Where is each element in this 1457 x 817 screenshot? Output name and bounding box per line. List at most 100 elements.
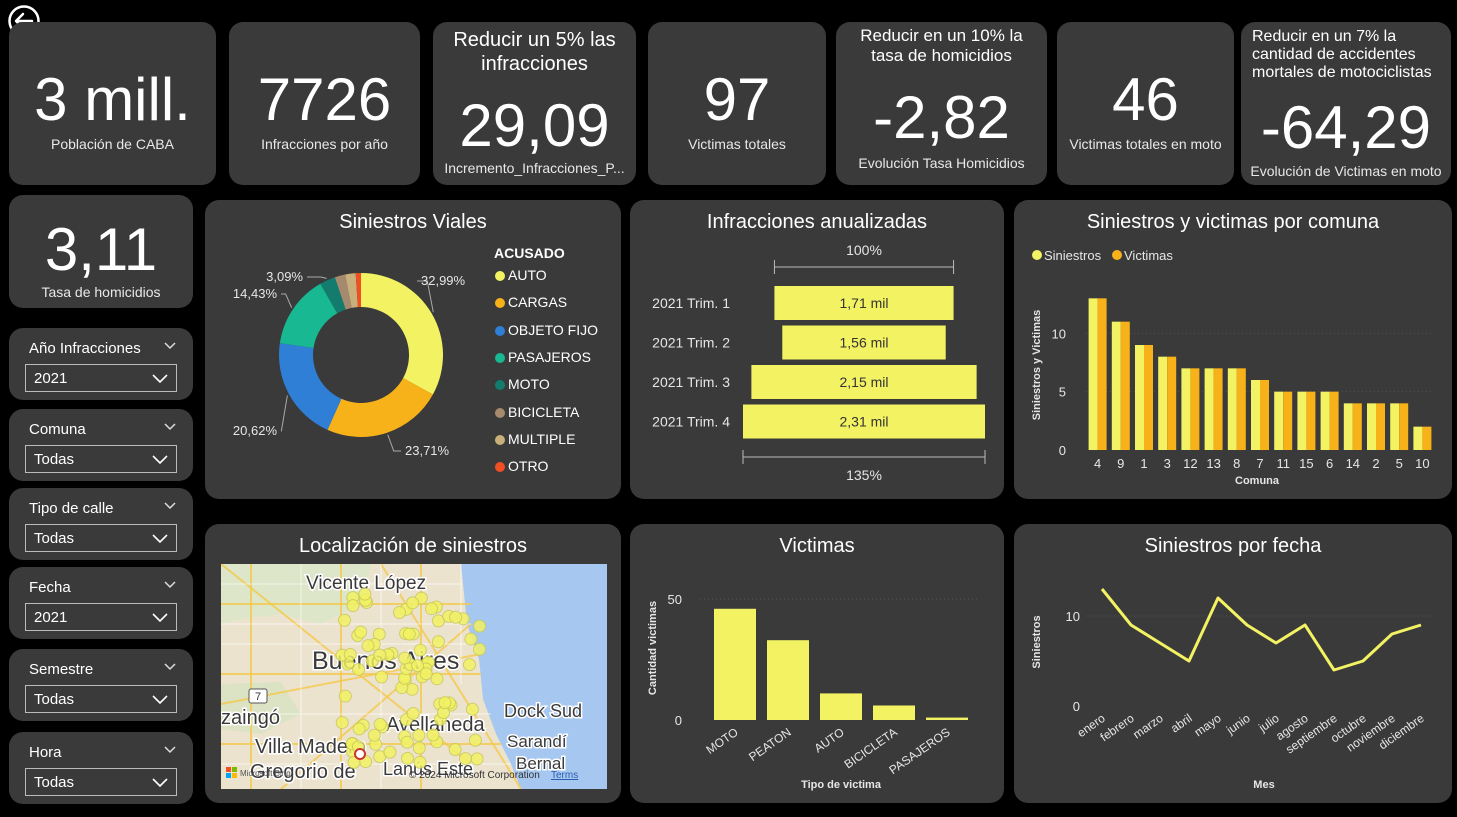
map-siniestro-dot[interactable] — [400, 735, 414, 749]
donut-legend-item[interactable]: MULTIPLE — [495, 431, 575, 447]
slicer-dropdown[interactable]: Todas — [25, 445, 177, 473]
comuna-bar-victimas[interactable] — [1236, 368, 1246, 450]
victimas-bar[interactable] — [820, 693, 862, 720]
comuna-bar-siniestros[interactable] — [1111, 321, 1121, 450]
map-siniestro-dot[interactable] — [424, 602, 438, 616]
comuna-bar-victimas[interactable] — [1283, 391, 1293, 450]
comuna-bar-victimas[interactable] — [1422, 426, 1432, 450]
comuna-bar-victimas[interactable] — [1260, 380, 1269, 450]
chevron-down-icon[interactable] — [163, 742, 177, 756]
comuna-bar-siniestros[interactable] — [1088, 298, 1098, 450]
slicer-1[interactable]: Comuna Todas — [9, 409, 193, 481]
map-siniestro-dot[interactable] — [412, 741, 426, 755]
chevron-down-icon[interactable] — [163, 577, 177, 591]
map-siniestro-dot[interactable] — [346, 599, 360, 613]
chevron-down-icon[interactable] — [163, 498, 177, 512]
comuna-bar-siniestros[interactable] — [1390, 403, 1400, 450]
map-siniestro-dot[interactable] — [343, 647, 357, 661]
slicer-4[interactable]: Semestre Todas — [9, 649, 193, 721]
map-terms-link[interactable]: Terms — [551, 770, 578, 781]
mapa-siniestros[interactable]: Vicente LópezBuenos AiresDock SudAvellan… — [221, 564, 607, 789]
comuna-bar-siniestros[interactable] — [1227, 368, 1237, 450]
donut-legend-item[interactable]: PASAJEROS — [495, 349, 591, 365]
donut-legend-item[interactable]: MOTO — [495, 376, 550, 392]
slicer-dropdown[interactable]: 2021 — [25, 364, 177, 392]
map-siniestro-dot[interactable] — [335, 716, 349, 730]
map-siniestro-dot[interactable] — [465, 702, 479, 716]
slicer-3[interactable]: Fecha 2021 — [9, 567, 193, 639]
map-siniestro-dot[interactable] — [462, 658, 476, 672]
comuna-bar-victimas[interactable] — [1144, 345, 1153, 450]
comuna-bar-siniestros[interactable] — [1204, 368, 1214, 450]
chevron-down-icon[interactable] — [163, 659, 177, 673]
map-siniestro-dot[interactable] — [375, 670, 389, 684]
comuna-bar-victimas[interactable] — [1352, 403, 1362, 450]
map-siniestro-dot[interactable] — [400, 751, 414, 765]
comuna-bar-siniestros[interactable] — [1181, 368, 1191, 450]
map-siniestro-dot[interactable] — [354, 625, 368, 639]
slicer-dropdown[interactable]: Todas — [25, 524, 177, 552]
comuna-bar-siniestros[interactable] — [1274, 391, 1284, 450]
slicer-5[interactable]: Hora Todas — [9, 732, 193, 804]
map-siniestro-dot[interactable] — [438, 696, 452, 710]
comuna-bar-siniestros[interactable] — [1135, 345, 1144, 450]
slicer-0[interactable]: Año Infracciones 2021 — [9, 328, 193, 400]
victimas-bar[interactable] — [926, 717, 968, 720]
map-siniestro-dot[interactable] — [392, 606, 406, 620]
map-siniestro-dot[interactable] — [431, 635, 445, 649]
comuna-bar-siniestros[interactable] — [1320, 391, 1330, 450]
comuna-bar-siniestros[interactable] — [1297, 391, 1307, 450]
map-siniestro-dot[interactable] — [383, 745, 397, 759]
comuna-bar-victimas[interactable] — [1399, 403, 1409, 450]
map-siniestro-dot[interactable] — [361, 639, 375, 653]
map-siniestro-dot[interactable] — [413, 643, 427, 657]
map-siniestro-dot[interactable] — [470, 752, 484, 766]
map-siniestro-dot[interactable] — [426, 728, 440, 742]
donut-legend-item[interactable]: OTRO — [495, 458, 548, 474]
map-siniestro-dot[interactable] — [430, 672, 444, 686]
comuna-bar-siniestros[interactable] — [1343, 403, 1353, 450]
map-siniestro-dot[interactable] — [352, 722, 366, 736]
map-siniestro-dot[interactable] — [358, 587, 372, 601]
comuna-bar-victimas[interactable] — [1120, 321, 1130, 450]
comuna-bar-siniestros[interactable] — [1367, 403, 1376, 450]
map-siniestro-dot[interactable] — [406, 706, 420, 720]
map-siniestro-dot[interactable] — [352, 663, 366, 677]
victimas-bar[interactable] — [767, 640, 809, 720]
map-siniestro-dot[interactable] — [473, 642, 487, 656]
slicer-dropdown[interactable]: Todas — [25, 768, 177, 796]
map-siniestro-dot[interactable] — [412, 728, 426, 742]
comuna-bar-siniestros[interactable] — [1413, 426, 1423, 450]
chevron-down-icon[interactable] — [163, 338, 177, 352]
comuna-legend-label[interactable]: Victimas — [1124, 248, 1173, 263]
comuna-bar-siniestros[interactable] — [1251, 380, 1260, 450]
map-siniestro-dot[interactable] — [373, 717, 387, 731]
comuna-bar-victimas[interactable] — [1190, 368, 1200, 450]
map-siniestro-dot[interactable] — [449, 610, 463, 624]
donut-slice-cargas[interactable] — [327, 378, 433, 437]
map-siniestro-dot[interactable] — [338, 613, 352, 627]
comuna-legend-label[interactable]: Siniestros — [1044, 248, 1102, 263]
slicer-dropdown[interactable]: Todas — [25, 685, 177, 713]
comuna-bar-siniestros[interactable] — [1158, 356, 1168, 450]
map-siniestro-dot[interactable] — [413, 755, 427, 769]
map-siniestro-dot[interactable] — [468, 733, 482, 747]
donut-legend-item[interactable]: OBJETO FIJO — [495, 322, 598, 338]
map-siniestro-dot[interactable] — [406, 596, 420, 610]
donut-legend-item[interactable]: CARGAS — [495, 294, 567, 310]
donut-slice-auto[interactable] — [361, 273, 443, 395]
victimas-bar[interactable] — [714, 608, 756, 720]
slicer-2[interactable]: Tipo de calle Todas — [9, 488, 193, 560]
comuna-bar-victimas[interactable] — [1097, 298, 1107, 450]
comuna-bar-victimas[interactable] — [1376, 403, 1385, 450]
map-siniestro-dot[interactable] — [448, 743, 462, 757]
comuna-bar-victimas[interactable] — [1329, 391, 1339, 450]
chevron-down-icon[interactable] — [163, 419, 177, 433]
map-siniestro-dot[interactable] — [464, 632, 478, 646]
donut-legend-item[interactable]: BICICLETA — [495, 404, 579, 420]
comuna-bar-victimas[interactable] — [1306, 391, 1316, 450]
slicer-dropdown[interactable]: 2021 — [25, 603, 177, 631]
map-siniestro-dot[interactable] — [367, 728, 381, 742]
map-siniestro-dot[interactable] — [458, 752, 472, 766]
fecha-series-line[interactable] — [1100, 588, 1422, 672]
